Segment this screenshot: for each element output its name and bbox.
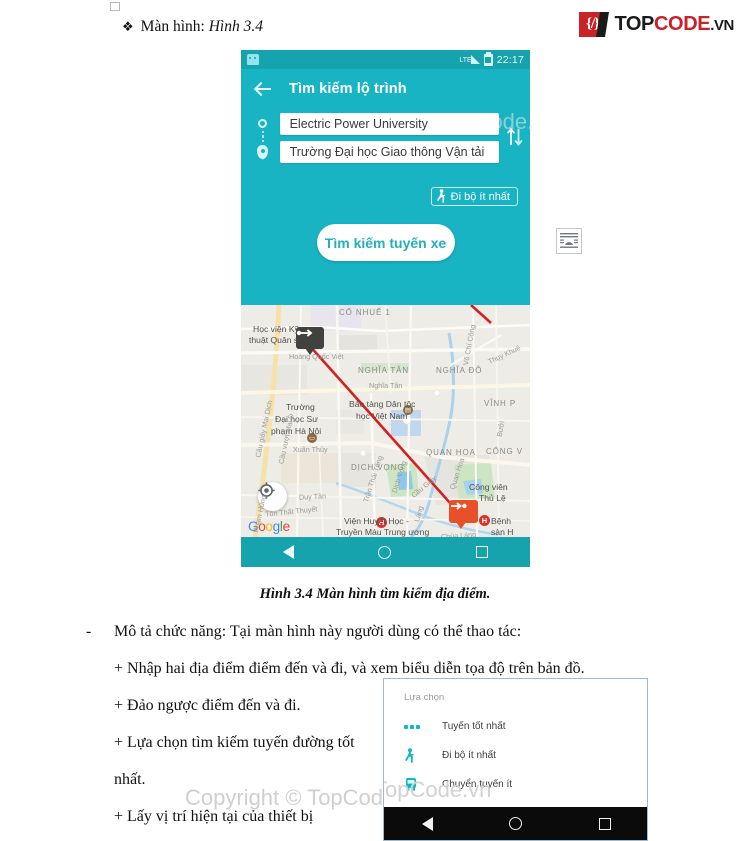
travel-mode-chip[interactable]: Đi bộ ít nhất bbox=[430, 187, 518, 206]
page-top-marker bbox=[110, 2, 120, 11]
walk-icon bbox=[436, 189, 445, 203]
status-clock: 22:17 bbox=[496, 53, 524, 66]
destination-input[interactable]: Trường Đại học Giao thông Vận tải bbox=[279, 141, 499, 163]
nav-home-icon[interactable] bbox=[378, 545, 392, 559]
topcode-logo: {/} TOPCODE.VN bbox=[579, 11, 734, 37]
search-panel: TopCode.vn Tìm kiếm lộ trình Electric Po… bbox=[241, 69, 530, 305]
nav-recents-icon[interactable] bbox=[475, 546, 488, 558]
image-placeholder-icon bbox=[556, 228, 582, 254]
nav-back-icon[interactable] bbox=[422, 816, 434, 831]
museum-poi-icon[interactable]: ▤ bbox=[403, 405, 413, 415]
android-nav-bar bbox=[241, 537, 530, 567]
brand-word-code: CODE bbox=[654, 12, 711, 35]
signal-lte-icon bbox=[470, 55, 480, 64]
android-status-bar: LTE 22:17 bbox=[241, 50, 530, 69]
destination-pin-icon bbox=[257, 145, 269, 160]
phone-screenshot: LTE 22:17 TopCode.vn Tìm kiếm lộ trình E… bbox=[241, 50, 530, 567]
dialog-option-fewest-transfers[interactable]: Chuyển tuyến ít bbox=[384, 770, 647, 799]
word: này bbox=[355, 835, 378, 841]
dialog-option-label: Đi bộ ít nhất bbox=[442, 750, 496, 761]
dialog-title: Lựa chọn bbox=[404, 692, 445, 703]
brand-mark-glyph: {/} bbox=[585, 15, 600, 32]
nav-recents-icon[interactable] bbox=[598, 817, 611, 830]
origin-input[interactable]: Electric Power University bbox=[279, 113, 499, 135]
battery-icon bbox=[483, 51, 493, 66]
dialog-option-least-walking[interactable]: Đi bộ ít nhất bbox=[384, 741, 647, 770]
google-map[interactable]: H H ▤ ▭ Google CỔ NHUẾ 1 NGHĨA TÂN NGHĨA Đ… bbox=[241, 305, 530, 537]
dash-marker: - bbox=[86, 835, 114, 841]
end-transit-marker-icon[interactable] bbox=[449, 500, 478, 529]
brand-word-top: TOP bbox=[614, 12, 654, 35]
nav-home-icon[interactable] bbox=[509, 817, 523, 830]
dialog-android-nav-bar bbox=[384, 807, 647, 840]
my-location-icon[interactable] bbox=[258, 482, 287, 511]
hospital-poi-icon[interactable]: H bbox=[376, 517, 387, 528]
heading-line: ❖ Màn hình: Hình 3.4 bbox=[122, 18, 263, 36]
diamond-bullet-icon: ❖ bbox=[122, 19, 134, 34]
search-routes-button[interactable]: Tìm kiếm tuyến xe bbox=[316, 224, 455, 261]
figure-caption: Hình 3.4 Màn hình tìm kiếm địa điểm. bbox=[259, 586, 491, 602]
paragraph-1: Mô tả chức năng: Tại màn hình này người … bbox=[114, 623, 522, 640]
bullet-paragraph: - Mô tả chức năng: Tại màn hình này ngườ… bbox=[86, 613, 666, 650]
heading-label: Màn hình: bbox=[140, 18, 205, 35]
brand-word-tld: .VN bbox=[710, 16, 734, 34]
dialog-option-label: Tuyến tốt nhất bbox=[442, 721, 506, 732]
word: Trong bbox=[114, 835, 153, 841]
android-robot-icon bbox=[247, 54, 259, 65]
dialog-option-label: Chuyển tuyến ít bbox=[442, 779, 513, 790]
brand-mark-icon: {/} bbox=[579, 11, 606, 37]
bus-transfer-icon bbox=[404, 777, 430, 792]
route-inputs: Electric Power University Trường Đại học… bbox=[279, 113, 499, 169]
heading-figure-ref: Hình 3.4 bbox=[208, 18, 263, 35]
travel-mode-label: Đi bộ ít nhất bbox=[450, 190, 510, 203]
options-dialog: Lựa chọn Tuyến tốt nhất Đi bộ ít nhất Ch… bbox=[383, 678, 648, 841]
nav-back-icon[interactable] bbox=[283, 545, 295, 559]
route-dots-icon bbox=[261, 130, 265, 143]
google-logo: Google bbox=[248, 519, 290, 534]
word: Activity bbox=[228, 835, 280, 841]
school-poi-icon[interactable]: ▭ bbox=[307, 433, 317, 443]
walk-icon bbox=[404, 747, 430, 764]
dialog-option-best-route[interactable]: Tuyến tốt nhất bbox=[384, 712, 647, 741]
app-bar: Tìm kiếm lộ trình bbox=[241, 69, 530, 109]
route-fields: Electric Power University Trường Đại học… bbox=[241, 113, 530, 169]
search-routes-label: Tìm kiếm tuyến xe bbox=[324, 234, 447, 251]
page-title: Tìm kiếm lộ trình bbox=[289, 81, 407, 97]
back-arrow-icon[interactable] bbox=[253, 79, 273, 99]
route-pin-column bbox=[253, 113, 273, 160]
signal-lte-label: LTE bbox=[459, 57, 472, 64]
dash-marker: - bbox=[86, 623, 92, 640]
origin-circle-icon bbox=[258, 119, 268, 128]
hospital-poi-icon[interactable]: H bbox=[479, 515, 490, 526]
best-route-dots-icon bbox=[404, 724, 430, 729]
swap-vertical-icon[interactable] bbox=[501, 113, 530, 148]
start-transit-marker-icon[interactable] bbox=[296, 327, 324, 355]
dialog-option-list: Tuyến tốt nhất Đi bộ ít nhất Chuyển tuyế… bbox=[384, 703, 647, 799]
brand-wordmark: TOPCODE.VN bbox=[614, 13, 734, 36]
